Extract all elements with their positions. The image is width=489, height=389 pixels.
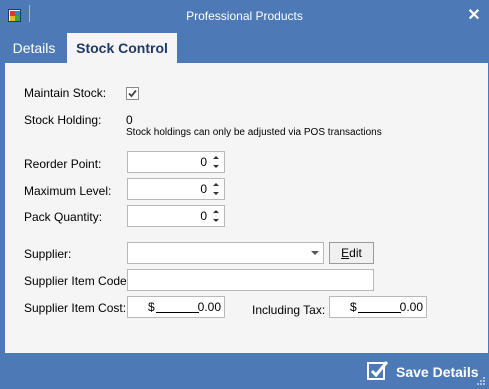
spin-buttons[interactable] — [210, 179, 224, 199]
including-tax-input[interactable]: $ 0.00 — [329, 296, 427, 318]
tab-bar: Details Stock Control — [0, 33, 489, 63]
supplier-item-code-input[interactable] — [127, 269, 374, 291]
stock-holding-note: Stock holdings can only be adjusted via … — [126, 127, 382, 138]
pack-quantity-value: 0 — [200, 209, 207, 223]
maintain-stock-checkbox[interactable] — [126, 87, 139, 100]
maximum-level-label: Maximum Level: — [24, 184, 112, 198]
maintain-stock-label: Maintain Stock: — [24, 86, 107, 100]
stock-holding-value: 0 — [126, 113, 133, 127]
supplier-label: Supplier: — [24, 247, 72, 261]
spin-buttons[interactable] — [210, 152, 224, 172]
save-details-button[interactable]: Save Details — [366, 359, 479, 383]
reorder-point-label: Reorder Point: — [24, 157, 102, 171]
spin-up-icon[interactable] — [213, 210, 219, 213]
spin-buttons[interactable] — [210, 206, 224, 226]
spin-down-icon[interactable] — [213, 165, 219, 168]
including-tax-label: Including Tax: — [252, 303, 326, 317]
spin-up-icon[interactable] — [213, 156, 219, 159]
currency-symbol: $ — [350, 300, 357, 314]
checkmark-icon — [128, 89, 137, 98]
supplier-item-code-label: Supplier Item Code: — [24, 274, 131, 288]
title-bar: Professional Products ✕ — [0, 0, 489, 33]
supplier-item-cost-label: Supplier Item Cost: — [24, 301, 127, 315]
window-title: Professional Products — [186, 9, 303, 23]
pack-quantity-label: Pack Quantity: — [24, 210, 103, 224]
spin-down-icon[interactable] — [213, 219, 219, 222]
currency-symbol: $ — [148, 300, 155, 314]
supplier-item-cost-input[interactable]: $ 0.00 — [127, 296, 225, 318]
supplier-item-cost-value: 0.00 — [197, 300, 221, 314]
reorder-point-stepper[interactable]: 0 — [127, 151, 225, 173]
maximum-level-value: 0 — [200, 182, 207, 196]
stock-holding-label: Stock Holding: — [24, 113, 102, 127]
including-tax-value: 0.00 — [399, 300, 423, 314]
chevron-down-icon[interactable] — [311, 251, 319, 255]
save-details-label: Save Details — [396, 364, 479, 380]
reorder-point-value: 0 — [200, 155, 207, 169]
tab-details[interactable]: Details — [5, 33, 63, 63]
pack-quantity-stepper[interactable]: 0 — [127, 205, 225, 227]
resize-grip-icon[interactable] — [476, 376, 486, 386]
edit-supplier-button[interactable]: Edit — [329, 242, 374, 264]
edit-mnemonic: E — [341, 246, 350, 260]
supplier-select[interactable] — [127, 242, 324, 264]
spin-up-icon[interactable] — [213, 183, 219, 186]
input-mask-line — [358, 312, 401, 313]
spin-down-icon[interactable] — [213, 192, 219, 195]
check-icon — [367, 361, 389, 380]
maximum-level-stepper[interactable]: 0 — [127, 178, 225, 200]
tab-stock-control[interactable]: Stock Control — [67, 33, 177, 63]
input-mask-line — [156, 312, 199, 313]
close-icon[interactable]: ✕ — [466, 6, 482, 26]
edit-label-rest: dit — [349, 246, 362, 260]
